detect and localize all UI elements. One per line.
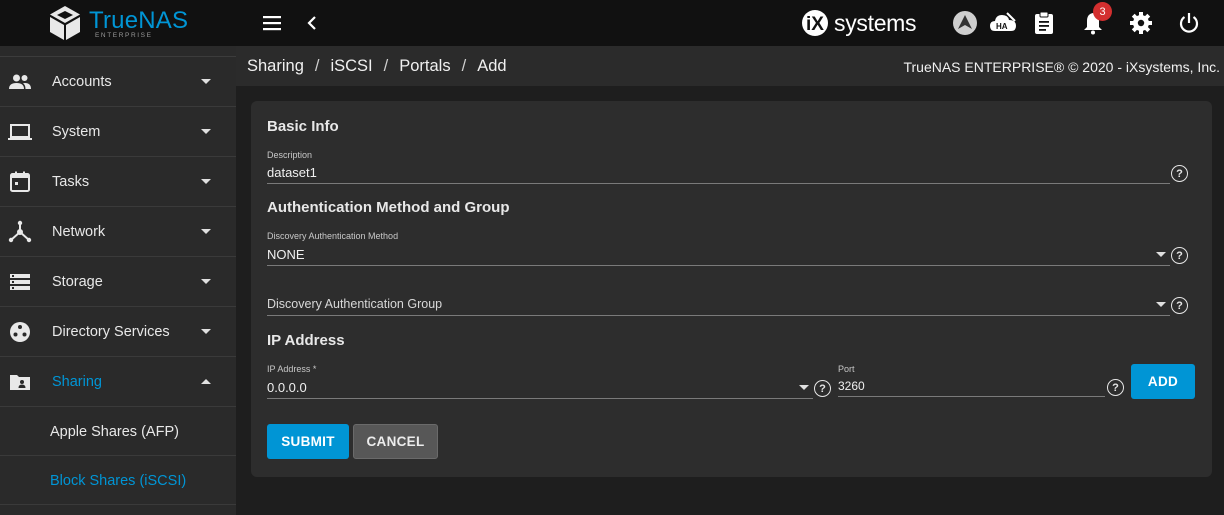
breadcrumb-separator: / xyxy=(314,57,320,75)
sidebar-item-label: Storage xyxy=(52,274,103,290)
ha-status-button[interactable]: HA xyxy=(988,8,1018,38)
sidebar-subitem-afp[interactable]: Apple Shares (AFP) xyxy=(0,407,236,456)
ip-address-select[interactable]: 0.0.0.0 xyxy=(267,380,307,395)
folder-share-icon xyxy=(10,375,30,390)
sidebar-item-tasks[interactable]: Tasks xyxy=(0,157,236,207)
description-underline xyxy=(267,183,1170,184)
help-icon[interactable]: ? xyxy=(1171,247,1188,264)
help-icon[interactable]: ? xyxy=(1107,379,1124,396)
breadcrumb-separator: / xyxy=(383,57,389,75)
sidebar-item-sharing[interactable]: Sharing xyxy=(0,357,236,407)
caret-down-icon xyxy=(201,229,211,234)
top-bar: TrueNAS ENTERPRISE iX systems HA 3 xyxy=(0,0,1224,46)
sidebar-item-label: Network xyxy=(52,224,106,240)
sidebar-item-label: Sharing xyxy=(52,374,102,390)
sidebar-item-label: System xyxy=(52,124,101,140)
truenas-logo-icon xyxy=(50,6,80,40)
breadcrumb-separator: / xyxy=(461,57,467,75)
breadcrumb-sharing[interactable]: Sharing xyxy=(247,57,304,76)
discovery-method-select[interactable]: NONE xyxy=(267,247,305,262)
svg-text:iX: iX xyxy=(806,14,824,35)
sidebar-item-label: Tasks xyxy=(52,174,90,190)
section-title-ip-address: IP Address xyxy=(267,332,345,349)
discovery-method-label: Discovery Authentication Method xyxy=(267,231,399,241)
people-icon xyxy=(9,74,31,89)
sidebar-item-storage[interactable]: Storage xyxy=(0,257,236,307)
chevron-left-icon xyxy=(307,16,316,30)
caret-down-icon xyxy=(201,179,211,184)
sidebar-item-network[interactable]: Network xyxy=(0,207,236,257)
description-label: Description xyxy=(267,150,313,160)
section-title-authentication: Authentication Method and Group xyxy=(267,199,510,216)
discovery-group-select[interactable]: Discovery Authentication Group xyxy=(267,297,442,311)
breadcrumb: Sharing / iSCSI / Portals / Add xyxy=(247,57,507,76)
network-icon xyxy=(8,220,32,243)
breadcrumb-iscsi[interactable]: iSCSI xyxy=(330,57,372,76)
caret-down-icon xyxy=(201,129,211,134)
sidebar-item-directory-services[interactable]: Directory Services xyxy=(0,307,236,357)
brand-edition: ENTERPRISE xyxy=(95,32,153,39)
menu-toggle-button[interactable] xyxy=(257,8,287,38)
port-label: Port xyxy=(838,364,855,374)
directory-icon xyxy=(10,322,30,342)
copyright-text: TrueNAS ENTERPRISE® © 2020 - iXsystems, … xyxy=(903,59,1220,75)
port-underline xyxy=(838,396,1105,397)
help-icon[interactable]: ? xyxy=(1171,165,1188,182)
breadcrumb-bar: Sharing / iSCSI / Portals / Add TrueNAS … xyxy=(236,46,1224,86)
sidebar-subitem-iscsi[interactable]: Block Shares (iSCSI) xyxy=(0,456,236,505)
ixsystems-logo: iX systems xyxy=(800,7,917,39)
settings-button[interactable] xyxy=(1126,8,1156,38)
chevron-down-icon[interactable] xyxy=(1156,252,1166,257)
sidebar-item-system[interactable]: System xyxy=(0,107,236,157)
power-button[interactable] xyxy=(1174,8,1204,38)
caret-down-icon xyxy=(201,329,211,334)
ip-address-label: IP Address * xyxy=(267,364,317,374)
brand-name: TrueNAS xyxy=(89,7,189,34)
ip-address-underline xyxy=(267,398,813,399)
sidebar-item-accounts[interactable]: Accounts xyxy=(0,57,236,107)
ix-emblem-icon: iX xyxy=(802,10,828,36)
brand[interactable]: TrueNAS ENTERPRISE xyxy=(0,0,236,46)
cancel-button[interactable]: CANCEL xyxy=(353,424,438,459)
truecommand-icon xyxy=(953,11,977,35)
discovery-group-underline xyxy=(267,315,1170,316)
gear-icon xyxy=(1130,12,1152,34)
notification-badge: 3 xyxy=(1093,2,1112,21)
calendar-icon xyxy=(10,171,30,192)
hamburger-icon xyxy=(263,16,281,31)
breadcrumb-portals[interactable]: Portals xyxy=(399,57,450,76)
caret-down-icon xyxy=(201,279,211,284)
sidebar-item-label: Directory Services xyxy=(52,324,170,340)
notifications-button[interactable]: 3 xyxy=(1078,2,1112,38)
truecommand-button[interactable] xyxy=(950,8,980,38)
breadcrumb-add: Add xyxy=(477,57,507,75)
description-field[interactable]: dataset1 xyxy=(267,165,317,180)
help-icon[interactable]: ? xyxy=(814,380,831,397)
add-ip-button[interactable]: ADD xyxy=(1131,364,1195,399)
chevron-down-icon[interactable] xyxy=(1156,302,1166,307)
discovery-method-underline xyxy=(267,265,1170,266)
vendor-name: systems xyxy=(834,9,917,36)
clipboard-icon xyxy=(1035,11,1053,34)
section-title-basic-info: Basic Info xyxy=(267,118,339,135)
ha-cloud-icon: HA xyxy=(990,12,1016,31)
port-field[interactable]: 3260 xyxy=(838,379,865,393)
laptop-icon xyxy=(8,124,32,140)
sidebar-subitem-label: Block Shares (iSCSI) xyxy=(50,473,187,489)
chevron-down-icon[interactable] xyxy=(799,385,809,390)
task-manager-button[interactable] xyxy=(1029,8,1059,38)
sidebar-item-label: Accounts xyxy=(52,74,112,90)
svg-text:HA: HA xyxy=(996,22,1008,31)
help-icon[interactable]: ? xyxy=(1171,297,1188,314)
power-icon xyxy=(1179,13,1199,33)
sidebar: Accounts System Tasks Network Storage Di… xyxy=(0,46,236,515)
sidebar-subitem-label: Apple Shares (AFP) xyxy=(50,424,179,440)
collapse-sidebar-button[interactable] xyxy=(297,8,327,38)
submit-button[interactable]: SUBMIT xyxy=(267,424,349,459)
portal-form-card: Basic Info Description dataset1 ? Authen… xyxy=(251,101,1212,477)
caret-up-icon xyxy=(201,379,211,384)
storage-icon xyxy=(10,274,30,290)
caret-down-icon xyxy=(201,79,211,84)
